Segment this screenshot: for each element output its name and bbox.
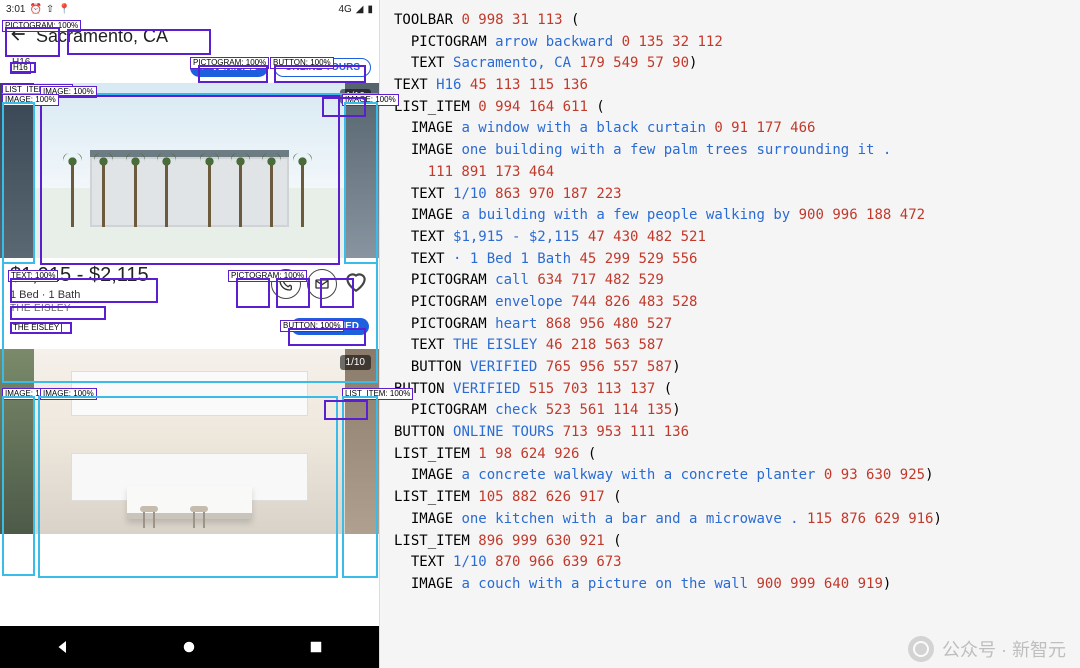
ann-label: BUTTON: 100% — [280, 320, 344, 332]
upload-icon: ⇧ — [46, 4, 54, 15]
main-image — [34, 83, 345, 258]
listings: 1/10 $1,915 - $2,115 1 Bed · 1 Bath THE … — [0, 83, 379, 626]
wechat-icon — [908, 636, 934, 662]
ann-label: H16 — [10, 62, 31, 74]
photo-counter: 1/10 — [340, 355, 371, 370]
network-label: 4G — [338, 4, 351, 15]
alarm-icon: ⏰ — [29, 4, 41, 15]
ann-label: IMAGE: 100% — [2, 94, 59, 106]
side-image-right — [345, 83, 379, 258]
list-item[interactable]: 1/10 — [0, 349, 379, 542]
photo-carousel[interactable]: 1/10 — [0, 83, 379, 258]
side-image-left — [0, 349, 34, 534]
status-time: 3:01 — [6, 4, 25, 15]
ann-label: IMAGE: 100% — [40, 388, 97, 400]
watermark-text: 公众号 · 新智元 — [942, 636, 1066, 662]
recents-nav-icon[interactable] — [307, 638, 325, 656]
side-image-left — [0, 83, 34, 258]
envelope-icon[interactable] — [307, 269, 337, 299]
android-navbar — [0, 626, 379, 668]
main-image — [34, 349, 345, 534]
battery-icon: ▮ — [367, 4, 373, 15]
home-nav-icon[interactable] — [180, 638, 198, 656]
ann-label: BUTTON: 100% — [270, 57, 334, 69]
side-image-right — [345, 349, 379, 534]
list-item[interactable]: 1/10 $1,915 - $2,115 1 Bed · 1 Bath THE … — [0, 83, 379, 349]
phone-screenshot: 3:01 ⏰ ⇧ 📍 4G ◢ ▮ Sacramento, CA H16 ✓ V… — [0, 0, 380, 668]
ann-label: IMAGE: 100% — [342, 94, 399, 106]
ann-label: TEXT: 100% — [8, 270, 58, 282]
watermark: 公众号 · 新智元 — [908, 636, 1066, 662]
ann-label: PICTOGRAM: 100% — [228, 270, 307, 282]
photo-carousel[interactable]: 1/10 — [0, 349, 379, 534]
ann-label: LIST_ITEM: 100% — [342, 388, 413, 400]
beds-baths: 1 Bed · 1 Bath — [10, 289, 271, 301]
listing-meta: $1,915 - $2,115 1 Bed · 1 Bath THE EISLE… — [0, 258, 379, 318]
ann-label: PICTOGRAM: 100% — [190, 57, 269, 69]
heart-icon[interactable] — [343, 268, 369, 299]
back-nav-icon[interactable] — [54, 638, 72, 656]
location-icon: 📍 — [58, 4, 70, 15]
annotation-tree: TOOLBAR 0 998 31 113 ( PICTOGRAM arrow b… — [380, 0, 1080, 668]
status-bar: 3:01 ⏰ ⇧ 📍 4G ◢ ▮ — [0, 0, 379, 18]
signal-icon: ◢ — [356, 4, 364, 15]
ann-label: PICTOGRAM: 100% — [2, 20, 81, 32]
ann-label: THE EISLEY — [10, 322, 62, 334]
property-name: THE EISLEY — [10, 303, 271, 314]
